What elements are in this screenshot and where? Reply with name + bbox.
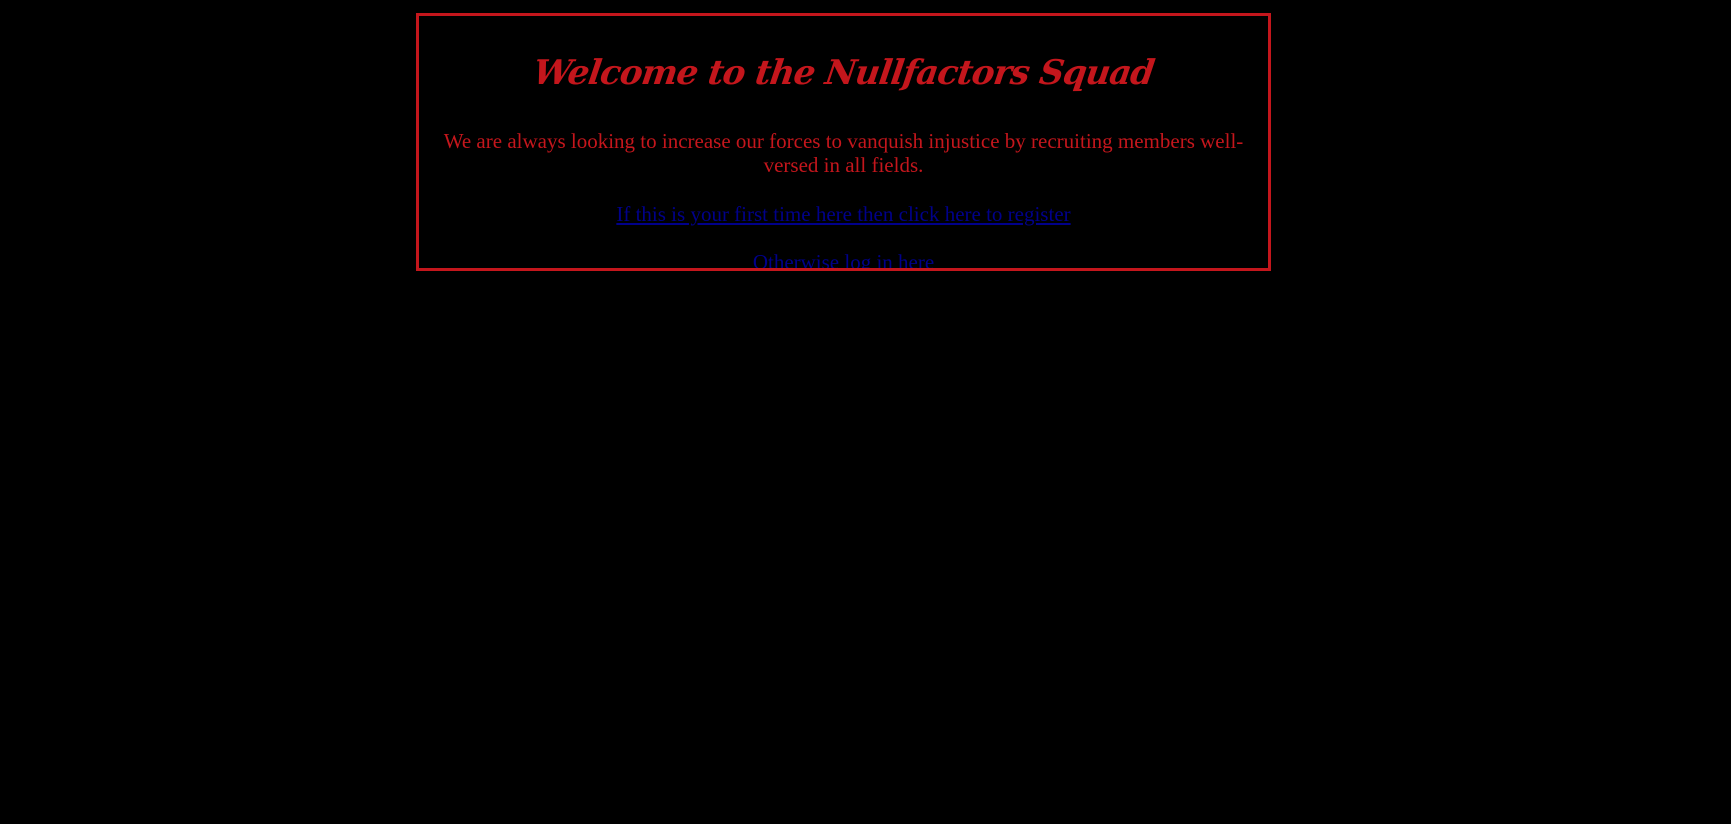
intro-text: We are always looking to increase our fo…	[443, 129, 1244, 177]
page-title: Welcome to the Nullfactors Squad	[530, 53, 1157, 93]
register-link[interactable]: If this is your first time here then cli…	[616, 202, 1070, 226]
register-line: If this is your first time here then cli…	[419, 202, 1268, 226]
login-line: Otherwise log in here	[419, 250, 1268, 268]
login-link[interactable]: Otherwise log in here	[753, 250, 934, 268]
welcome-panel: Welcome to the Nullfactors Squad We are …	[416, 13, 1271, 271]
